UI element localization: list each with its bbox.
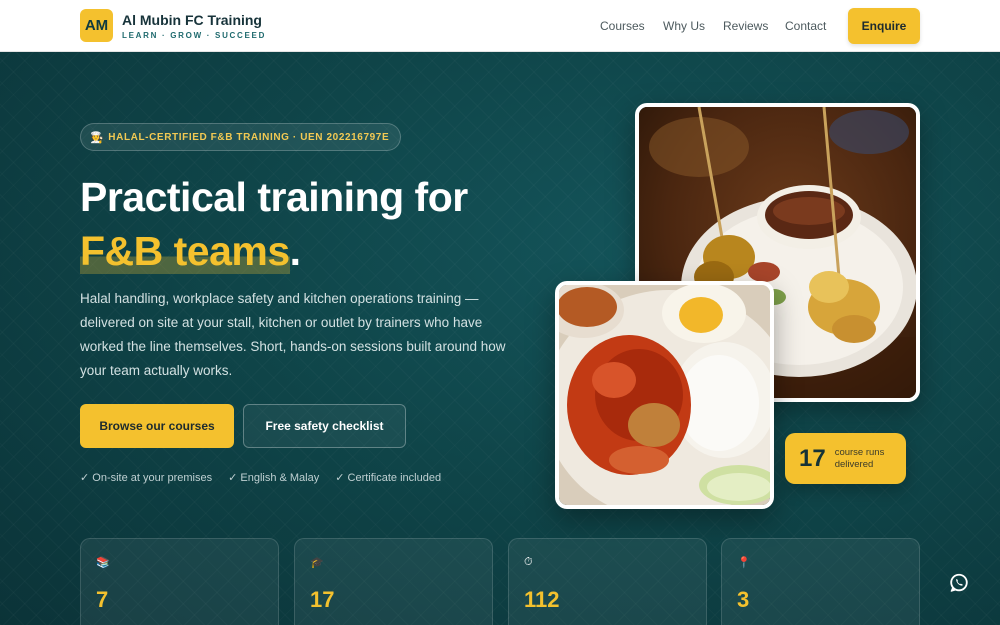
stat-value: 112 [524, 587, 560, 612]
nasi-lemak-photo [555, 281, 774, 509]
safety-checklist-button[interactable]: Free safety checklist [243, 404, 406, 448]
stat-card: ⏱ 112 [508, 538, 707, 625]
location-pin-icon: 📍 [737, 557, 751, 569]
stat-card: 🎓 17 [294, 538, 493, 625]
hero-lead: Halal handling, workplace safety and kit… [80, 291, 506, 378]
feature-checks: ✓ On-site at your premises ✓ English & M… [80, 471, 441, 484]
nav-courses[interactable]: Courses [600, 19, 645, 33]
course-runs-count: 17 [799, 444, 826, 472]
logo-badge[interactable]: AM [80, 9, 113, 42]
certification-pill: 🧑‍🍳 HALAL-CERTIFIED F&B TRAINING · UEN 2… [80, 123, 402, 151]
site-header: AM Al Mubin FC Training LEARN · GROW · S… [0, 0, 1000, 52]
stat-value: 7 [96, 587, 109, 612]
nav-why-us[interactable]: Why Us [663, 19, 705, 33]
enquire-button[interactable]: Enquire [848, 8, 920, 44]
stat-value: 17 [310, 587, 335, 612]
nav-contact[interactable]: Contact [785, 19, 826, 33]
course-runs-label: course runs delivered [834, 446, 885, 470]
hero-title-accent: F&B teams [80, 228, 290, 274]
browse-courses-button[interactable]: Browse our courses [80, 404, 234, 448]
check-certificate: ✓ Certificate included [335, 472, 442, 484]
stopwatch-icon: ⏱ [524, 556, 533, 568]
check-languages: ✓ English & Malay [228, 472, 320, 484]
stat-card: 📍 3 [721, 538, 920, 625]
nav-reviews[interactable]: Reviews [723, 19, 768, 33]
check-onsite: ✓ On-site at your premises [80, 472, 213, 484]
certification-text: HALAL-CERTIFIED F&B TRAINING · UEN 20221… [108, 131, 390, 143]
hero-title: Practical training for F&B teams. [80, 170, 468, 278]
stat-value: 3 [737, 587, 750, 612]
brand-name[interactable]: Al Mubin FC Training [122, 12, 262, 28]
graduation-cap-icon: 🎓 [310, 557, 324, 569]
chef-icon: 🧑‍🍳 [90, 131, 105, 144]
hero-title-line1: Practical training for [80, 174, 468, 220]
stat-card: 📚 7 [80, 538, 279, 625]
books-icon: 📚 [96, 557, 110, 569]
brand-tagline: LEARN · GROW · SUCCEED [122, 31, 267, 40]
whatsapp-icon[interactable] [944, 568, 974, 598]
hero-section: 🧑‍🍳 HALAL-CERTIFIED F&B TRAINING · UEN 2… [0, 52, 1000, 625]
hero-title-period: . [289, 228, 301, 274]
course-runs-badge: 17 course runs delivered [785, 433, 906, 484]
